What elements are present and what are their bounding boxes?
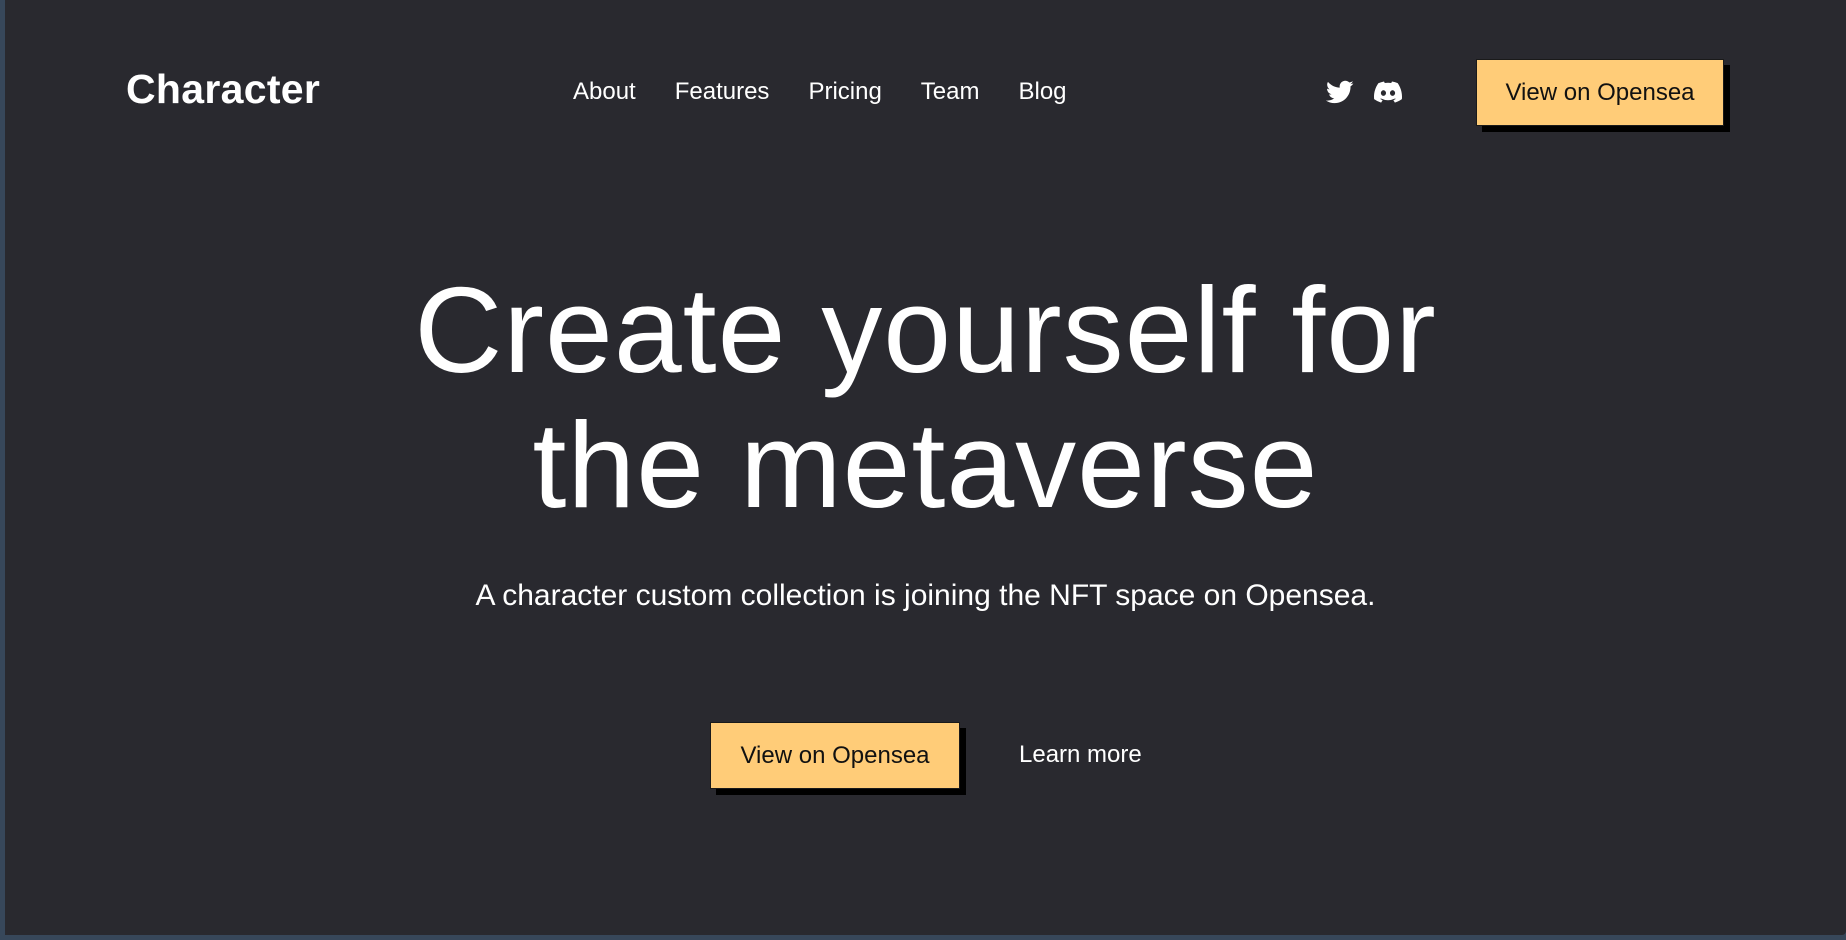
header-opensea-button[interactable]: View on Opensea <box>1476 59 1724 126</box>
hero-title: Create yourself for the metaverse <box>5 263 1846 533</box>
nav-blog[interactable]: Blog <box>1018 78 1066 106</box>
social-links <box>1326 78 1402 106</box>
brand-logo[interactable]: Character <box>126 66 320 113</box>
nav-team[interactable]: Team <box>921 78 980 106</box>
twitter-icon[interactable] <box>1326 78 1354 106</box>
nav-about[interactable]: About <box>573 78 636 106</box>
nav-pricing[interactable]: Pricing <box>808 78 881 106</box>
page: Character About Features Pricing Team Bl… <box>5 0 1846 935</box>
hero-opensea-button[interactable]: View on Opensea <box>710 722 960 789</box>
main-nav: About Features Pricing Team Blog <box>573 78 1067 106</box>
hero-title-line1: Create yourself for <box>414 262 1437 398</box>
learn-more-link[interactable]: Learn more <box>1019 741 1142 769</box>
hero-subtitle: A character custom collection is joining… <box>475 579 1376 612</box>
nav-features[interactable]: Features <box>675 78 770 106</box>
discord-icon[interactable] <box>1374 78 1402 106</box>
hero-title-line2: the metaverse <box>532 397 1319 533</box>
